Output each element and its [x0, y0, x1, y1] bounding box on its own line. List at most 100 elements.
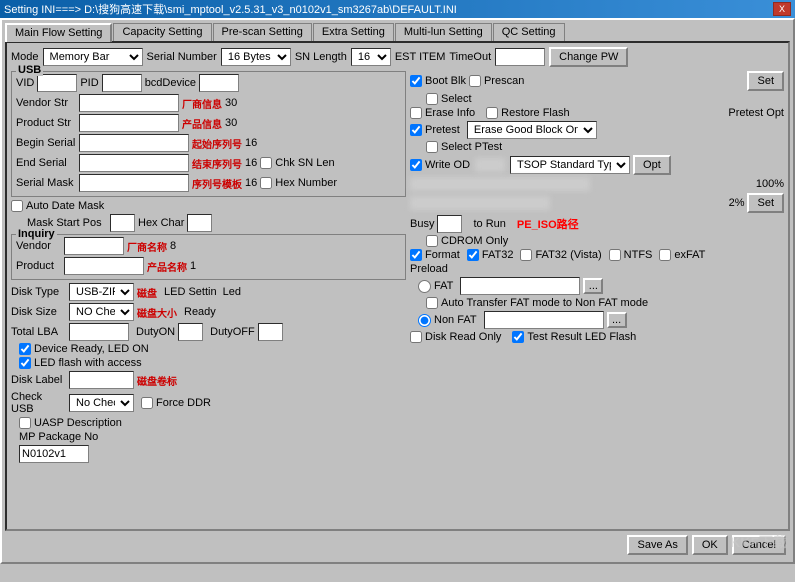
serial-number-select[interactable]: 16 Bytes — [221, 48, 291, 66]
fat-browse-button[interactable]: ... — [583, 278, 603, 294]
hex-char-label: Hex Char — [138, 217, 184, 229]
disk-read-only-checkbox[interactable] — [410, 331, 422, 343]
non-fat-browse-button[interactable]: ... — [607, 312, 627, 328]
boot-blk-checkbox[interactable] — [410, 75, 422, 87]
total-lba-input[interactable]: 0 — [69, 323, 129, 341]
pid-input[interactable]: 1000 — [102, 74, 142, 92]
exfat-checkbox[interactable] — [659, 249, 671, 261]
fat32-vista-checkbox[interactable] — [520, 249, 532, 261]
cdrom-only-checkbox[interactable] — [426, 235, 438, 247]
fat-radio[interactable] — [418, 280, 431, 293]
erase-info-checkbox[interactable] — [410, 107, 422, 119]
close-button[interactable]: X — [773, 2, 791, 16]
disk-size-select[interactable]: NO Check — [69, 303, 134, 321]
tab-qc[interactable]: QC Setting — [493, 23, 565, 41]
serial-mask-input[interactable]: AA############# — [79, 174, 189, 192]
uasp-checkbox[interactable] — [19, 417, 31, 429]
non-fat-label: Non FAT — [434, 314, 477, 326]
bcd-input[interactable]: 1100 — [199, 74, 239, 92]
vid-input[interactable]: 090C — [37, 74, 77, 92]
select-label: Select — [441, 93, 472, 105]
hex-number-label: Hex Number — [275, 177, 337, 189]
mp-package-value: N0102v1 — [19, 445, 89, 463]
set2-button[interactable]: Set — [747, 193, 784, 213]
sn-length-label: SN Length — [295, 51, 347, 63]
set-button[interactable]: Set — [747, 71, 784, 91]
pretest-select[interactable]: Erase Good Block Only — [467, 121, 597, 139]
left-panel: USB VID 090C PID 1000 bcdDevice 1100 Ven… — [11, 71, 406, 465]
fat-path-input[interactable] — [460, 277, 580, 295]
inquiry-section: Inquiry Vendor SMI 厂商名称 8 Product USB DI… — [11, 234, 406, 280]
change-pw-button[interactable]: Change PW — [549, 47, 628, 67]
duty-off-input[interactable]: 0 — [258, 323, 283, 341]
mode-label: Mode — [11, 51, 39, 63]
end-serial-input[interactable]: AA04012799999999 — [79, 154, 189, 172]
duty-off-label: DutyOFF — [210, 326, 255, 338]
non-fat-radio[interactable] — [418, 314, 431, 327]
disk-label-input[interactable]: USB DISK — [69, 371, 134, 389]
auto-date-checkbox[interactable] — [11, 200, 23, 212]
disk-size-row: Disk Size NO Check 磁盘大小 Ready — [11, 303, 406, 321]
write-od-checkbox[interactable] — [410, 159, 422, 171]
inquiry-vendor-num: 8 — [170, 240, 176, 252]
duty-on-input[interactable]: 0 — [178, 323, 203, 341]
format-row: Format FAT32 FAT32 (Vista) NTFS exFAT — [410, 249, 784, 261]
hex-char-input[interactable] — [187, 214, 212, 232]
tab-multi-lun[interactable]: Multi-lun Setting — [395, 23, 492, 41]
tab-main-flow[interactable]: Main Flow Setting — [5, 23, 112, 42]
hex-number-checkbox[interactable] — [260, 177, 272, 189]
busy-input[interactable]: 0 — [437, 215, 462, 233]
vendor-str-row: Vendor Str SMI Corporation 厂商信息 30 — [16, 94, 401, 112]
sn-length-select[interactable]: 16 — [351, 48, 391, 66]
mask-start-pos-input[interactable]: 3 — [110, 214, 135, 232]
ntfs-label: NTFS — [624, 249, 653, 261]
fat32-checkbox[interactable] — [467, 249, 479, 261]
vendor-str-input[interactable]: SMI Corporation — [79, 94, 179, 112]
timeout-input[interactable]: 20000 — [495, 48, 545, 66]
format-checkbox[interactable] — [410, 249, 422, 261]
force-ddr-label: Force DDR — [156, 397, 211, 409]
device-ready-checkbox[interactable] — [19, 343, 31, 355]
inquiry-product-num: 1 — [190, 260, 196, 272]
pretest-checkbox[interactable] — [410, 124, 422, 136]
inquiry-vendor-input[interactable]: SMI — [64, 237, 124, 255]
tsop-select[interactable]: TSOP Standard Type — [510, 156, 630, 174]
mode-select[interactable]: Memory Bar — [43, 48, 143, 66]
blurred-row: 100% — [410, 177, 784, 191]
begin-serial-row: Begin Serial AA00000000011176 起始序列号 16 — [16, 134, 401, 152]
chk-sn-len-checkbox[interactable] — [260, 157, 272, 169]
inquiry-product-input[interactable]: USB DISK — [64, 257, 144, 275]
select-checkbox[interactable] — [426, 93, 438, 105]
end-serial-num: 16 — [245, 157, 257, 169]
tab-extra[interactable]: Extra Setting — [313, 23, 394, 41]
auto-transfer-checkbox[interactable] — [426, 297, 438, 309]
force-ddr-checkbox[interactable] — [141, 397, 153, 409]
led-label: Led — [223, 286, 241, 298]
prescan-checkbox[interactable] — [469, 75, 481, 87]
to-run-label: to Run — [473, 218, 505, 230]
begin-serial-input[interactable]: AA00000000011176 — [79, 134, 189, 152]
serial-number-label: Serial Number — [147, 51, 217, 63]
disk-label-label: Disk Label — [11, 374, 66, 386]
fat32-vista-label: FAT32 (Vista) — [535, 249, 601, 261]
led-flash-checkbox[interactable] — [19, 357, 31, 369]
tab-capacity[interactable]: Capacity Setting — [113, 23, 211, 41]
non-fat-path-input[interactable] — [484, 311, 604, 329]
vendor-str-cn: 厂商信息 — [182, 96, 222, 111]
product-str-input[interactable]: USB DISK — [79, 114, 179, 132]
opt-button[interactable]: Opt — [633, 155, 671, 175]
erase-info-label: Erase Info — [425, 107, 475, 119]
serial-mask-label: Serial Mask — [16, 177, 76, 189]
test-result-led-checkbox[interactable] — [512, 331, 524, 343]
two-panel: USB VID 090C PID 1000 bcdDevice 1100 Ven… — [11, 71, 784, 465]
tab-prescan[interactable]: Pre-scan Setting — [213, 23, 312, 41]
ntfs-checkbox[interactable] — [609, 249, 621, 261]
restore-flash-checkbox[interactable] — [486, 107, 498, 119]
check-usb-select[interactable]: No Check — [69, 394, 134, 412]
inquiry-label: Inquiry — [16, 228, 57, 240]
save-as-button[interactable]: Save As — [627, 535, 687, 555]
ok-button[interactable]: OK — [692, 535, 728, 555]
disk-type-select[interactable]: USB-ZIP — [69, 283, 134, 301]
select-ptest-checkbox[interactable] — [426, 141, 438, 153]
erase-info-row: Erase Info Restore Flash Pretest Opt — [410, 107, 784, 119]
